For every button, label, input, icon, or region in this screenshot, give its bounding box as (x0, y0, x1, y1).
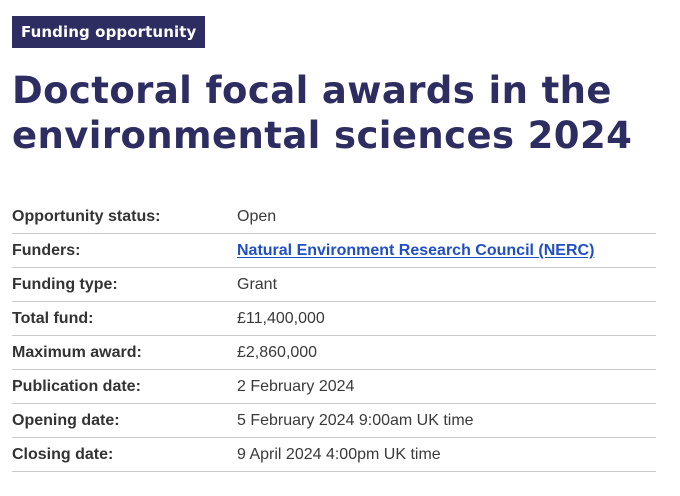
detail-label: Funding type: (12, 275, 118, 293)
detail-row-funding-type: Funding type: Grant (12, 268, 656, 302)
detail-label: Opening date: (12, 411, 120, 429)
funding-page: Funding opportunity Doctoral focal award… (12, 16, 656, 472)
detail-row-total-fund: Total fund: £11,400,000 (12, 302, 656, 336)
page-title: Doctoral focal awards in the environment… (12, 69, 633, 157)
detail-label: Closing date: (12, 445, 114, 463)
maximum-award-value: £2,860,000 (237, 343, 318, 361)
detail-row-opening-date: Opening date: 5 February 2024 9:00am UK … (12, 404, 656, 438)
opportunity-details: Opportunity status: Open Funders: Natura… (12, 201, 656, 472)
detail-row-closing-date: Closing date: 9 April 2024 4:00pm UK tim… (12, 438, 656, 472)
total-fund-value: £11,400,000 (237, 309, 325, 327)
detail-row-opportunity-status: Opportunity status: Open (12, 201, 656, 234)
detail-label: Maximum award: (12, 343, 142, 361)
publication-date-value: 2 February 2024 (237, 377, 355, 395)
opportunity-status-value: Open (237, 208, 277, 225)
detail-label: Total fund: (12, 309, 94, 327)
opening-date-value: 5 February 2024 9:00am UK time (237, 411, 474, 429)
detail-row-funders: Funders: Natural Environment Research Co… (12, 234, 656, 268)
funding-type-value: Grant (237, 275, 278, 293)
detail-label: Funders: (12, 241, 81, 259)
detail-label: Publication date: (12, 377, 141, 395)
detail-label: Opportunity status: (12, 208, 161, 225)
funding-opportunity-badge: Funding opportunity (12, 16, 206, 48)
nerc-funder-link[interactable]: Natural Environment Research Council (NE… (237, 242, 594, 259)
detail-row-publication-date: Publication date: 2 February 2024 (12, 370, 656, 404)
funders-value: Natural Environment Research Council (NE… (237, 242, 594, 260)
detail-row-maximum-award: Maximum award: £2,860,000 (12, 336, 656, 370)
closing-date-value: 9 April 2024 4:00pm UK time (237, 445, 441, 463)
